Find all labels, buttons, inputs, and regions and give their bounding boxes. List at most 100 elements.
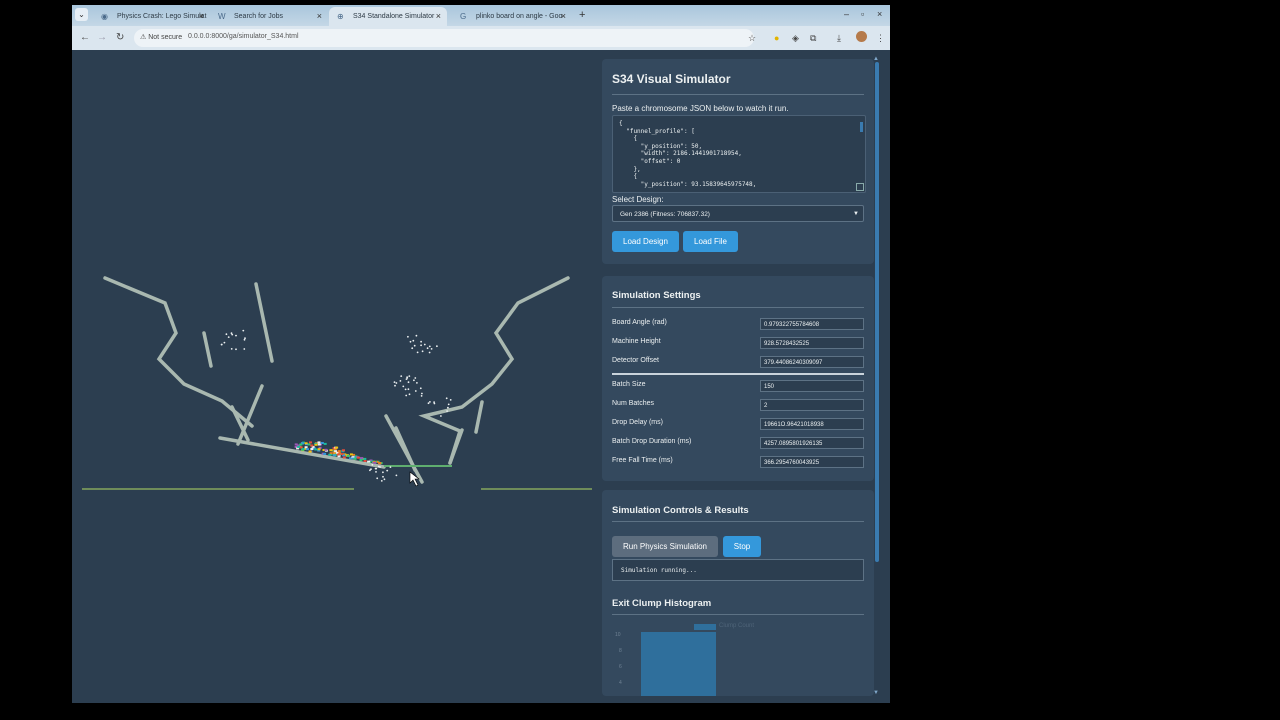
simulation-canvas xyxy=(82,276,592,490)
right-end-post xyxy=(448,428,464,465)
particle xyxy=(420,340,422,343)
select-design-label: Select Design: xyxy=(612,195,664,204)
textarea-scrollbar[interactable] xyxy=(860,122,863,132)
lego-brick xyxy=(336,453,340,456)
profile-avatar[interactable] xyxy=(856,31,867,42)
lego-brick xyxy=(363,457,367,460)
menu-kebab-icon[interactable]: ⋮ xyxy=(876,31,885,45)
particle xyxy=(395,474,398,477)
particle xyxy=(380,480,383,482)
particle xyxy=(382,475,384,478)
batch-size-input[interactable]: 150 xyxy=(760,380,864,392)
maximize-icon[interactable]: ▫ xyxy=(861,8,864,20)
histogram-bar xyxy=(641,632,716,696)
reload-icon[interactable]: ↻ xyxy=(116,31,124,45)
download-icon[interactable]: ⤓ xyxy=(837,31,841,45)
particle xyxy=(225,333,228,336)
back-icon[interactable]: ← xyxy=(80,31,90,45)
divider xyxy=(612,521,864,522)
omnibox[interactable]: ⚠ Not secure 0.0.0.0:8000/ga/simulator_S… xyxy=(134,29,754,47)
page-scrollbar-thumb[interactable] xyxy=(875,62,879,562)
bookmark-star-icon[interactable]: ☆ xyxy=(748,31,756,45)
shield-extension-icon[interactable]: ◈ xyxy=(792,31,799,45)
window-close-icon[interactable]: × xyxy=(877,8,882,20)
simulation-settings-panel: Simulation Settings Board Angle (rad) 0.… xyxy=(602,276,874,481)
particle xyxy=(230,332,233,335)
close-icon[interactable]: × xyxy=(561,7,566,26)
particle xyxy=(383,478,386,481)
machine-height-input[interactable]: 928.5728432525 xyxy=(760,337,864,349)
particle xyxy=(427,402,430,405)
batch-drop-duration-label: Batch Drop Duration (ms) xyxy=(612,438,692,445)
not-secure-badge[interactable]: ⚠ Not secure xyxy=(140,33,182,41)
y-tick: 4 xyxy=(619,680,622,686)
lego-brick xyxy=(324,448,328,451)
particle xyxy=(376,477,379,480)
particle xyxy=(411,347,414,350)
particle xyxy=(433,401,435,403)
lego-brick xyxy=(320,442,324,444)
board-angle-label: Board Angle (rad) xyxy=(612,319,667,326)
particle xyxy=(447,406,449,409)
particle xyxy=(426,347,429,350)
particle xyxy=(399,380,402,382)
lego-brick xyxy=(323,442,327,445)
resize-handle[interactable] xyxy=(856,183,864,191)
close-icon[interactable]: × xyxy=(317,7,322,26)
lego-brick xyxy=(329,449,333,452)
browser-window: ⌄ ◉ Physics Crash: Lego Simulat × W Sear… xyxy=(72,5,890,703)
lego-brick xyxy=(297,445,301,448)
tab-search-icon[interactable]: ⌄ xyxy=(75,8,88,21)
legend-label: Clump Count xyxy=(719,623,755,629)
particle xyxy=(235,348,237,351)
new-tab-button[interactable]: + xyxy=(579,7,585,24)
forward-icon[interactable]: → xyxy=(97,31,107,45)
design-select[interactable]: Gen 2386 (Fitness: 706837.32) ▼ xyxy=(612,205,864,222)
particle xyxy=(227,336,230,338)
particle xyxy=(413,379,415,382)
particle xyxy=(223,341,226,344)
address-bar-row: ← → ↻ ⚠ Not secure 0.0.0.0:8000/ga/simul… xyxy=(72,26,890,50)
num-batches-label: Num Batches xyxy=(612,400,655,407)
extension-icon[interactable]: ● xyxy=(774,31,779,45)
lego-brick xyxy=(317,441,321,444)
particle xyxy=(414,390,417,392)
close-icon[interactable]: × xyxy=(199,7,204,26)
detector-offset-input[interactable]: 379.44086240309097 xyxy=(760,356,864,368)
globe-icon: ⊕ xyxy=(337,12,344,21)
lego-brick xyxy=(299,443,303,446)
stop-button[interactable]: Stop xyxy=(723,536,761,557)
instruction-text: Paste a chromosome JSON below to watch i… xyxy=(612,104,789,113)
run-simulation-button[interactable]: Run Physics Simulation xyxy=(612,536,718,557)
chromosome-json-textarea[interactable]: { "funnel_profile": [ { "y_position": 50… xyxy=(612,115,866,193)
lego-brick xyxy=(373,461,377,464)
tab-plinko-search[interactable]: G plinko board on angle - Goo × xyxy=(452,7,572,26)
tab-label: Search for Jobs xyxy=(234,13,284,20)
tab-search-jobs[interactable]: W Search for Jobs × xyxy=(210,7,328,26)
free-fall-time-input[interactable]: 366.2954760043925 xyxy=(760,456,864,468)
not-secure-label: Not secure xyxy=(148,34,183,41)
tab-physics-crash[interactable]: ◉ Physics Crash: Lego Simulat × xyxy=(93,7,210,26)
simulation-controls-panel: Simulation Controls & Results Run Physic… xyxy=(602,490,874,696)
scroll-down-icon[interactable]: ▼ xyxy=(873,690,879,696)
particle xyxy=(436,345,438,348)
close-icon[interactable]: × xyxy=(436,7,441,26)
lego-brick xyxy=(323,452,327,455)
url-text[interactable]: 0.0.0.0:8000/ga/simulator_S34.html xyxy=(188,33,299,40)
minimize-icon[interactable]: – xyxy=(844,8,849,20)
lego-brick xyxy=(363,460,367,462)
particle xyxy=(389,466,392,468)
num-batches-input[interactable]: 2 xyxy=(760,399,864,411)
design-select-value: Gen 2386 (Fitness: 706837.32) xyxy=(620,211,710,218)
lego-brick xyxy=(314,443,318,446)
load-design-button[interactable]: Load Design xyxy=(612,231,679,252)
particle xyxy=(447,403,450,406)
board-angle-input[interactable]: 0.979322755784608 xyxy=(760,318,864,330)
page-content: S34 Visual Simulator Paste a chromosome … xyxy=(72,50,890,703)
drop-delay-input[interactable]: 19661O.96421018938 xyxy=(760,418,864,430)
particle xyxy=(382,471,384,474)
tab-s34-simulator[interactable]: ⊕ S34 Standalone Simulator × xyxy=(329,7,447,26)
batch-drop-duration-input[interactable]: 4257.0895801926135 xyxy=(760,437,864,449)
load-file-button[interactable]: Load File xyxy=(683,231,738,252)
puzzle-extension-icon[interactable]: ⧉ xyxy=(810,31,816,45)
